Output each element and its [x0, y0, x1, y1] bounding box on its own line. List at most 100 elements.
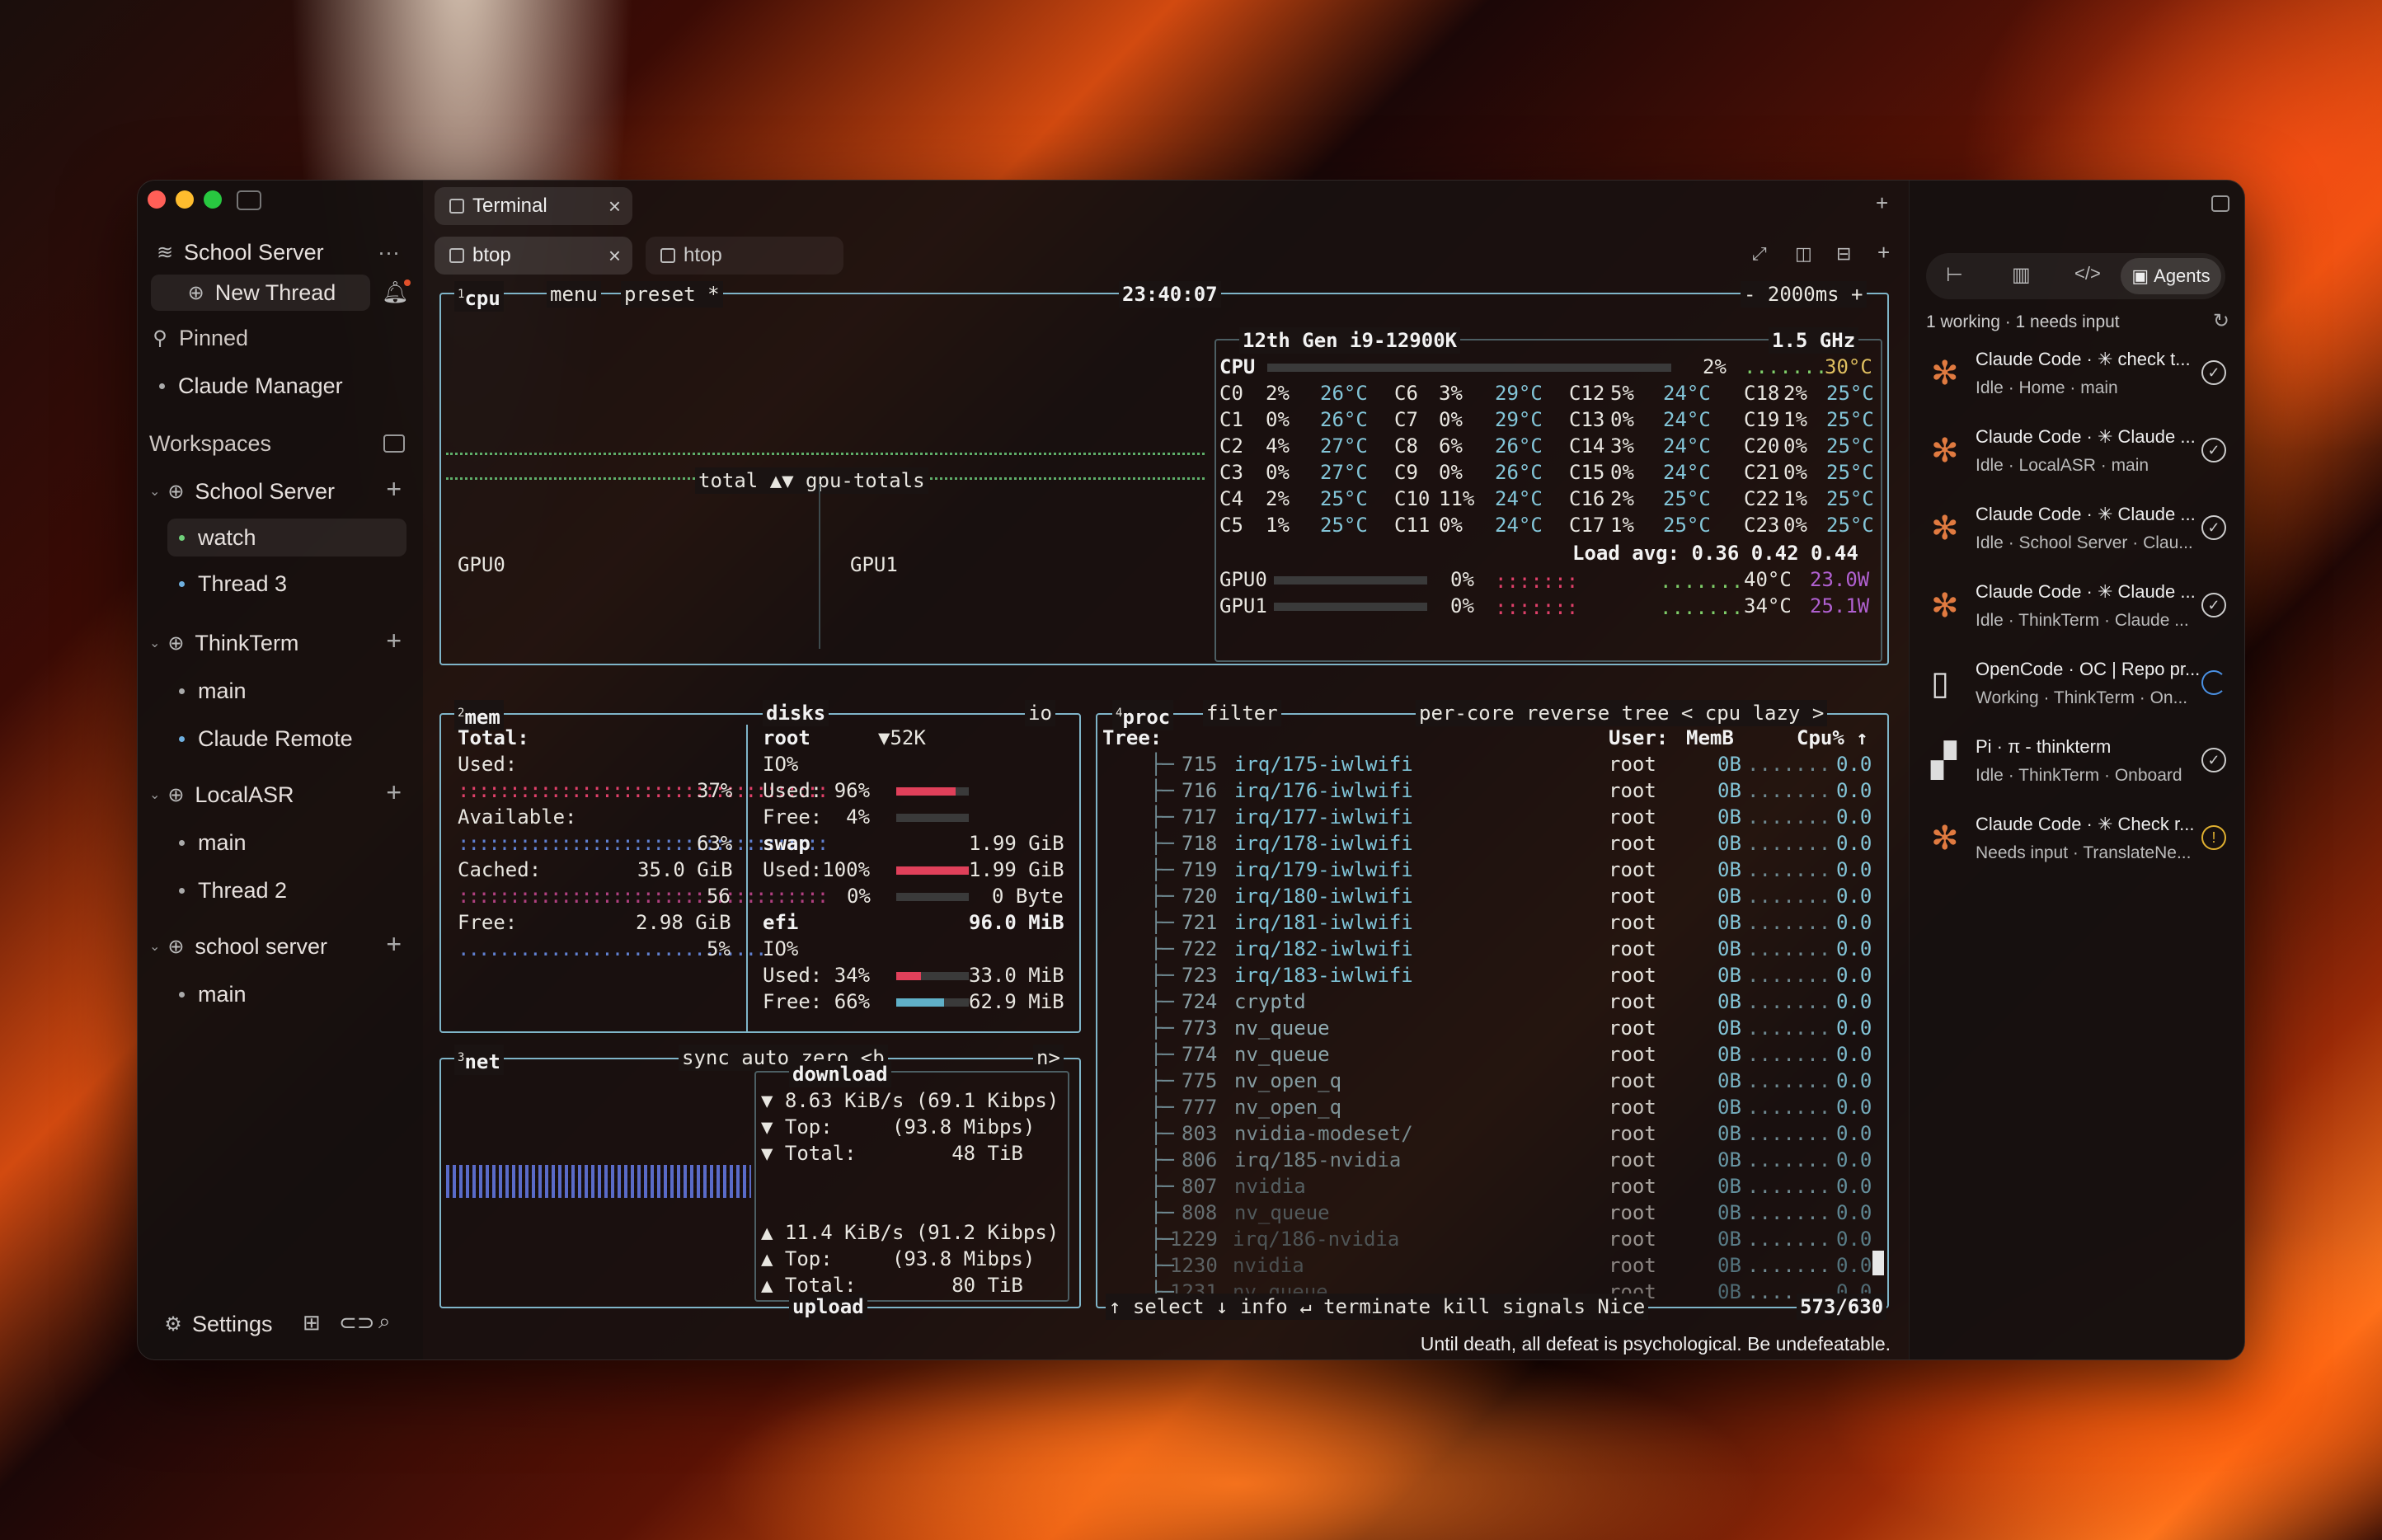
agent-item[interactable]: ✻ Claude Code · ✳ Claude ... Idle · LocalA… — [1926, 423, 2231, 497]
tree-branch: ├─ — [1150, 805, 1174, 829]
proc-scrollbar[interactable] — [1872, 1251, 1884, 1275]
process-cpu: 0.0 — [1836, 990, 1872, 1013]
process-cpu: 0.0 — [1836, 1254, 1872, 1277]
thread-item[interactable]: main — [138, 672, 423, 710]
close-icon[interactable]: × — [608, 194, 621, 219]
columns-icon[interactable]: ▥ — [2012, 263, 2031, 287]
process-name: irq/182-iwlwifi — [1234, 937, 1413, 960]
process-name: irq/177-iwlwifi — [1234, 805, 1413, 829]
core-usage: 0% — [1610, 461, 1634, 484]
thread-item[interactable]: main — [138, 824, 423, 862]
add-thread-icon[interactable]: + — [386, 777, 402, 808]
process-pid: 723 — [1182, 964, 1218, 987]
minimize-window-button[interactable] — [176, 190, 194, 209]
workspace-group-thinkterm[interactable]: ⌄ ⊕ ThinkTerm + — [138, 624, 423, 662]
core-temp: 25°C — [1826, 461, 1874, 484]
agent-title: Claude Code · ✳ Claude ... — [1976, 426, 2196, 447]
process-cpu: 0.0 — [1836, 937, 1872, 960]
tab-agents[interactable]: ▣ Agents — [2121, 258, 2221, 294]
split-horizontal-icon[interactable]: ◫ — [1795, 243, 1812, 265]
close-icon[interactable]: × — [608, 243, 621, 269]
more-icon[interactable]: ··· — [378, 240, 400, 265]
zoom-window-button[interactable] — [204, 190, 222, 209]
process-user: root — [1609, 1096, 1656, 1119]
workspace-group-school-server[interactable]: ⌄ ⊕ School Server + — [138, 472, 423, 510]
bell-icon[interactable]: 🔔︎ — [382, 279, 411, 305]
preset-button[interactable]: preset * — [621, 281, 723, 308]
mem-free-value: 2.98 GiB — [636, 911, 731, 934]
disk-efi-free-value: 62.9 MiB — [969, 990, 1064, 1013]
tab-btop[interactable]: btop × — [435, 237, 632, 275]
process-mem: 0B — [1717, 805, 1741, 829]
proc-filter[interactable]: filter — [1203, 700, 1281, 726]
thread-item[interactable]: main — [138, 975, 423, 1013]
col-memb[interactable]: MemB — [1686, 725, 1734, 751]
col-cpu[interactable]: Cpu% ↑ — [1797, 725, 1868, 751]
gpu-totals-toggle[interactable]: total ▲▼ gpu-totals — [695, 467, 928, 494]
link-icon[interactable]: ⊂⊃ — [339, 1310, 375, 1336]
check-circle-icon: ✓ — [2201, 515, 2226, 540]
disks-io-toggle[interactable]: io — [1025, 700, 1055, 726]
agent-item[interactable]: ✻ Claude Code · ✳ Check r... Needs input ·… — [1926, 810, 2231, 885]
pinned-item[interactable]: Claude Manager — [138, 367, 423, 405]
net-next-interface[interactable]: n> — [1033, 1045, 1064, 1071]
col-tree[interactable]: Tree: — [1102, 725, 1162, 751]
tab-terminal[interactable]: Terminal × — [435, 187, 632, 225]
close-window-button[interactable] — [148, 190, 166, 209]
add-thread-icon[interactable]: + — [386, 474, 402, 505]
net-download-total: ▼ Total: 48 TiB — [761, 1142, 1023, 1165]
core-label: C19 — [1744, 408, 1780, 431]
search-icon[interactable]: ⌕ — [378, 1308, 391, 1335]
thread-item-watch[interactable]: watch — [167, 519, 406, 556]
agent-title: Claude Code · ✳ Claude ... — [1976, 581, 2196, 602]
col-user[interactable]: User: — [1609, 725, 1668, 751]
refresh-icon[interactable]: ↻ — [2213, 309, 2229, 333]
process-user: root — [1609, 1122, 1656, 1145]
agent-item[interactable]: ✻ Claude Code · ✳ Claude ... Idle · School… — [1926, 500, 2231, 575]
tree-branch: ├─ — [1150, 779, 1174, 802]
code-icon[interactable]: </> — [2074, 263, 2101, 284]
expand-icon[interactable]: ⤢ — [1752, 243, 1767, 265]
agent-title: Pi · π - thinkterm — [1976, 736, 2112, 757]
btop-terminal[interactable]: 1cpu menu preset * 23:40:07 - 2000ms + t… — [439, 281, 1897, 1320]
new-tab-icon[interactable]: + — [1876, 190, 1888, 216]
process-user: root — [1609, 1148, 1656, 1171]
disk-swap-used-value: 1.99 GiB — [969, 858, 1064, 881]
panel-toggle-icon[interactable] — [2211, 195, 2229, 212]
sidebar-toggle-icon[interactable] — [237, 190, 261, 210]
split-vertical-icon[interactable]: ⊟ — [1836, 243, 1851, 265]
tab-htop[interactable]: htop — [646, 237, 843, 275]
workspace-group-school-server-2[interactable]: ⌄ ⊕ school server + — [138, 927, 423, 965]
disks-title[interactable]: disks — [763, 700, 829, 726]
agent-item[interactable]: ✻ Claude Code · ✳ Claude ... Idle · ThinkT… — [1926, 578, 2231, 652]
core-usage: 2% — [1266, 487, 1290, 510]
agent-subtitle: Working · ThinkTerm · On... — [1976, 688, 2188, 707]
agent-item[interactable]: ▯ OpenCode · OC | Repo pr... Working · Thi… — [1926, 655, 2231, 730]
proc-footer-actions[interactable]: ↑ select ↓ info ↵ terminate kill signals… — [1106, 1294, 1649, 1320]
workspace-switcher[interactable]: ≋ School Server ··· — [138, 233, 423, 271]
cpu-box-title[interactable]: cpu — [464, 287, 500, 310]
core-usage: 1% — [1783, 408, 1807, 431]
add-folder-icon[interactable] — [383, 434, 405, 453]
grid-icon[interactable]: ⊞ — [303, 1310, 321, 1336]
add-pane-icon[interactable]: + — [1877, 240, 1890, 265]
claude-icon: ✻ — [1931, 433, 1959, 469]
thread-item[interactable]: Thread 3 — [138, 565, 423, 603]
thread-item[interactable]: Thread 2 — [138, 871, 423, 909]
update-interval[interactable]: - 2000ms + — [1741, 281, 1867, 308]
process-mem: 0B — [1717, 1228, 1741, 1251]
agent-item[interactable]: ▞ Pi · π - thinkterm Idle · ThinkTerm · On… — [1926, 733, 2231, 807]
core-label: C23 — [1744, 514, 1780, 537]
tree-icon[interactable]: ⊢ — [1946, 263, 1963, 287]
add-thread-icon[interactable]: + — [386, 626, 402, 656]
workspace-group-localasr[interactable]: ⌄ ⊕ LocalASR + — [138, 776, 423, 814]
process-user: root — [1609, 937, 1656, 960]
thread-item[interactable]: Claude Remote — [138, 720, 423, 758]
net-box-title[interactable]: net — [464, 1050, 500, 1073]
gpu0-name: GPU0 — [1219, 568, 1267, 591]
proc-options[interactable]: per-core reverse tree < cpu lazy > — [1416, 700, 1828, 726]
new-thread-button[interactable]: ⊕ New Thread — [151, 275, 370, 311]
menu-button[interactable]: menu — [547, 281, 601, 308]
add-thread-icon[interactable]: + — [386, 929, 402, 960]
agent-item[interactable]: ✻ Claude Code · ✳ check t... Idle · Home ·… — [1926, 345, 2231, 420]
